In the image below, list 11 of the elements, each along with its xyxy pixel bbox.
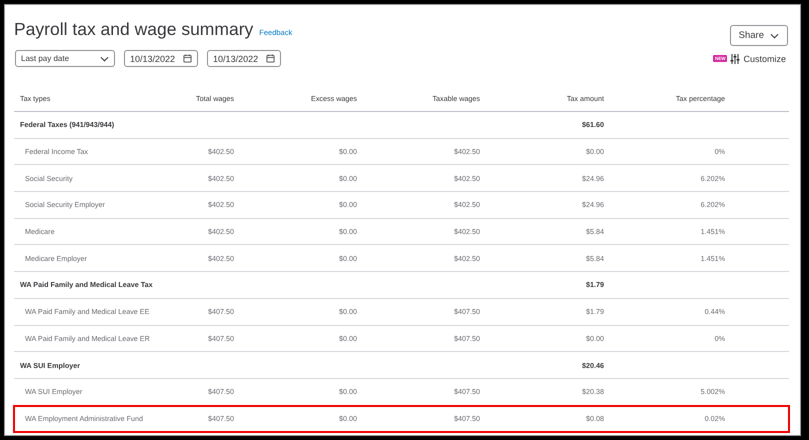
caret-icon bbox=[100, 56, 109, 62]
sliders-icon bbox=[730, 54, 740, 64]
page-title: Payroll tax and wage summary bbox=[14, 19, 254, 40]
period-dropdown[interactable]: Last pay date bbox=[15, 50, 115, 67]
share-button[interactable]: Share bbox=[730, 25, 788, 46]
date-field[interactable]: 10/13/2022 bbox=[124, 50, 198, 67]
caret-icon bbox=[770, 32, 779, 38]
customize-link[interactable]: Customize bbox=[743, 54, 786, 64]
calendar-icon bbox=[183, 54, 192, 63]
calendar-icon bbox=[266, 54, 276, 63]
date-field[interactable]: 10/13/2022 bbox=[207, 50, 282, 67]
